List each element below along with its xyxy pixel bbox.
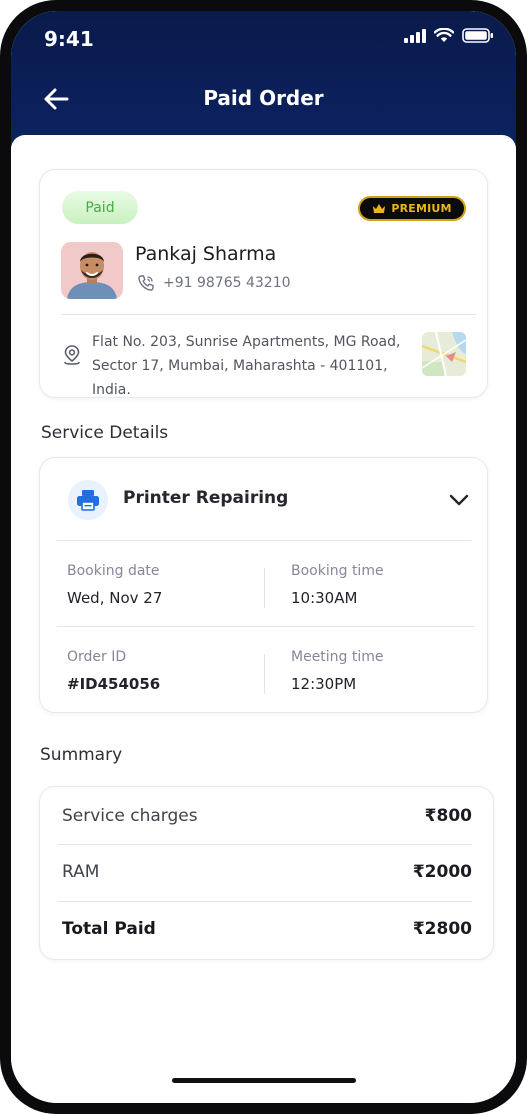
location-pin-icon [64, 345, 80, 365]
service-details-title: Service Details [41, 423, 169, 443]
order-id-label: Order ID [67, 649, 127, 665]
summary-row-value: ₹800 [424, 806, 472, 826]
order-id-value: #ID454056 [67, 675, 161, 693]
summary-row-label: Service charges [62, 806, 198, 826]
booking-time-label: Booking time [291, 563, 384, 579]
wifi-icon [434, 28, 454, 42]
column-divider [264, 568, 265, 608]
phone-number: +91 98765 43210 [163, 275, 291, 291]
divider [58, 901, 472, 902]
summary-title: Summary [40, 745, 123, 765]
divider [57, 626, 475, 627]
address-line-2: Sector 17, Mumbai, Maharashta - 401101, … [92, 358, 388, 398]
booking-date-label: Booking date [67, 563, 160, 579]
booking-time-value: 10:30AM [291, 589, 358, 607]
service-card: Printer Repairing Booking date Wed, Nov … [39, 457, 488, 713]
address-line-1: Flat No. 203, Sunrise Apartments, MG Roa… [92, 334, 401, 350]
phone-row[interactable]: +91 98765 43210 [137, 274, 291, 292]
summary-row-value: ₹2000 [412, 862, 472, 882]
total-paid-label: Total Paid [62, 919, 156, 939]
chevron-down-icon[interactable] [447, 488, 471, 512]
content-area: Paid PREMIUM Pankaj Sharma +91 98765 432… [11, 135, 516, 1103]
premium-label: PREMIUM [391, 202, 452, 215]
signal-icon [404, 28, 426, 43]
total-paid-value: ₹2800 [412, 919, 472, 939]
customer-name: Pankaj Sharma [135, 243, 277, 265]
divider [58, 844, 472, 845]
divider [61, 314, 476, 315]
service-icon [68, 480, 108, 520]
home-indicator[interactable] [172, 1078, 356, 1083]
meeting-time-value: 12:30PM [291, 675, 357, 693]
phone-call-icon [138, 275, 154, 291]
meeting-time-label: Meeting time [291, 649, 384, 665]
column-divider [264, 654, 265, 694]
map-thumbnail[interactable] [422, 332, 466, 376]
customer-card: Paid PREMIUM Pankaj Sharma +91 98765 432… [39, 169, 488, 398]
avatar [61, 242, 123, 299]
booking-date-value: Wed, Nov 27 [67, 589, 163, 607]
page-title: Paid Order [203, 86, 324, 110]
service-name: Printer Repairing [123, 488, 289, 508]
phone-frame: 9:41 Paid Order Paid PREMIUM Pankaj Shar… [0, 0, 527, 1114]
address: Flat No. 203, Sunrise Apartments, MG Roa… [92, 330, 422, 402]
status-time: 9:41 [44, 27, 94, 51]
battery-icon [462, 28, 493, 43]
status-icons [404, 28, 494, 43]
status-badge: Paid [62, 191, 138, 224]
premium-badge: PREMIUM [358, 196, 466, 221]
divider [57, 540, 471, 541]
screen: 9:41 Paid Order Paid PREMIUM Pankaj Shar… [11, 11, 516, 1103]
printer-icon [77, 490, 99, 511]
crown-icon [373, 204, 386, 213]
summary-card: Service charges ₹800 RAM ₹2000 Total Pai… [39, 786, 494, 960]
summary-row-label: RAM [62, 862, 100, 882]
